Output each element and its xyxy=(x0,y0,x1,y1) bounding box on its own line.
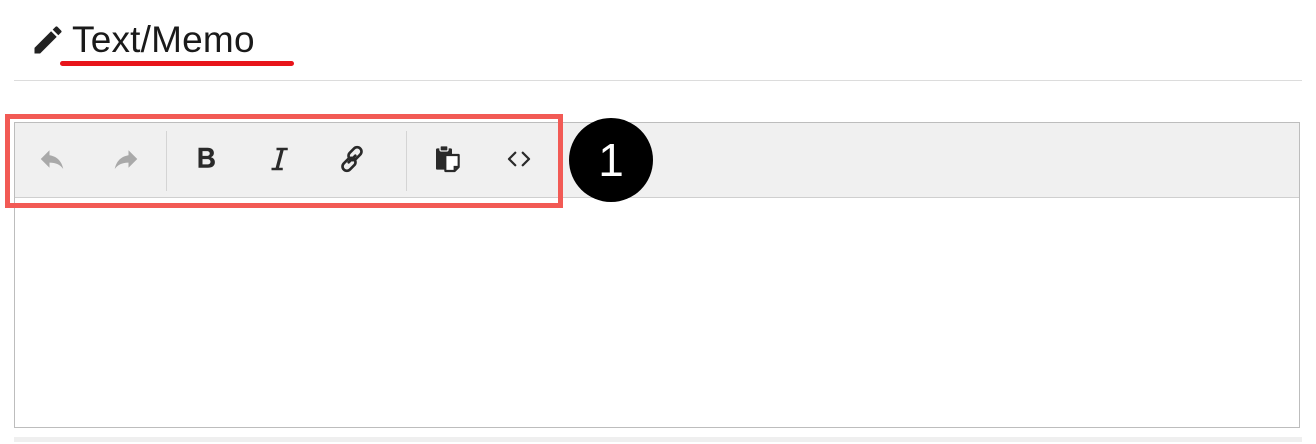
pencil-icon xyxy=(30,22,66,58)
title-underline xyxy=(60,61,294,66)
code-icon xyxy=(504,144,534,179)
source-code-button[interactable] xyxy=(496,138,542,184)
bold-button[interactable] xyxy=(183,138,229,184)
link-button[interactable] xyxy=(329,138,375,184)
redo-icon xyxy=(111,144,141,179)
undo-icon xyxy=(37,144,67,179)
redo-button[interactable] xyxy=(103,138,149,184)
page-title: Text/Memo xyxy=(72,19,255,60)
section-header: Text/Memo xyxy=(30,14,255,66)
toolbar-separator xyxy=(406,131,407,191)
paste-icon xyxy=(432,143,464,180)
toolbar-separator xyxy=(166,131,167,191)
editor-toolbar xyxy=(15,123,1299,198)
undo-button[interactable] xyxy=(29,138,75,184)
header-divider xyxy=(14,80,1302,81)
italic-icon xyxy=(264,144,294,179)
editor-content-area[interactable] xyxy=(15,198,1299,427)
text-memo-panel: Text/Memo 1 xyxy=(0,0,1316,444)
link-icon xyxy=(336,143,368,180)
callout-badge: 1 xyxy=(569,118,653,202)
bold-icon xyxy=(191,144,221,179)
bottom-divider xyxy=(14,437,1302,442)
paste-button[interactable] xyxy=(425,138,471,184)
rich-text-editor xyxy=(14,122,1300,428)
italic-button[interactable] xyxy=(256,138,302,184)
